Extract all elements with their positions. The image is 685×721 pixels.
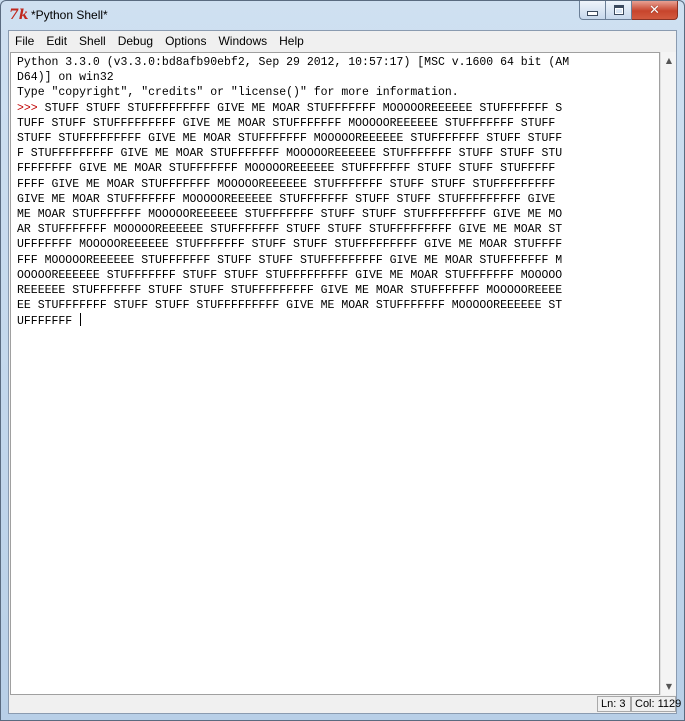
maximize-button[interactable] <box>606 1 632 20</box>
shell-prompt: >>> <box>17 101 45 115</box>
menu-debug[interactable]: Debug <box>112 31 159 52</box>
input-line: >>> STUFF STUFF STUFFFFFFFFF GIVE ME MOA… <box>17 101 659 116</box>
input-text: STUFF STUFF STUFFFFFFFFF GIVE ME MOAR ST… <box>44 101 563 115</box>
banner-line: Type "copyright", "credits" or "license(… <box>17 86 459 100</box>
minimize-button[interactable] <box>579 1 606 20</box>
input-text: UFFFFFFF <box>17 315 80 329</box>
column-number-status: Col: 1129 <box>631 696 681 712</box>
window-title: *Python Shell* <box>31 8 108 22</box>
line-number-status: Ln: 3 <box>597 696 631 712</box>
menu-windows[interactable]: Windows <box>212 31 273 52</box>
shell-output: Python 3.3.0 (v3.3.0:bd8afb90ebf2, Sep 2… <box>17 55 659 330</box>
input-line: UFFFFFFF <box>17 313 659 329</box>
input-line: STUFF STUFFFFFFFFF GIVE ME MOAR STUFFFFF… <box>17 132 563 146</box>
menu-shell[interactable]: Shell <box>73 31 112 52</box>
text-cursor <box>80 313 82 327</box>
shell-text-area[interactable]: Python 3.3.0 (v3.3.0:bd8afb90ebf2, Sep 2… <box>10 52 660 695</box>
input-line: OOOOOREEEEEE STUFFFFFFF STUFF STUFF STUF… <box>17 268 563 282</box>
close-button[interactable]: ✕ <box>632 1 678 20</box>
input-line: TUFF STUFF STUFFFFFFFFF GIVE ME MOAR STU… <box>17 116 556 130</box>
title-bar[interactable]: 7k *Python Shell* ✕ <box>1 1 684 30</box>
banner-line: D64)] on win32 <box>17 71 114 85</box>
banner-line: Python 3.3.0 (v3.3.0:bd8afb90ebf2, Sep 2… <box>17 56 570 69</box>
close-icon: ✕ <box>649 2 660 18</box>
input-line: EE STUFFFFFFF STUFF STUFF STUFFFFFFFFF G… <box>17 299 563 313</box>
input-line: ME MOAR STUFFFFFFF MOOOOOREEEEEE STUFFFF… <box>17 208 563 222</box>
menu-bar: File Edit Shell Debug Options Windows He… <box>9 31 676 52</box>
maximize-icon <box>613 5 624 15</box>
tk-feather-icon[interactable]: 7k <box>9 7 28 23</box>
python-shell-window: 7k *Python Shell* ✕ File Edit Shell Debu… <box>0 0 685 721</box>
input-line: UFFFFFFF MOOOOOREEEEEE STUFFFFFFF STUFF … <box>17 238 563 252</box>
vertical-scrollbar[interactable]: ▲ ▼ <box>660 52 676 695</box>
scroll-down-arrow-icon[interactable]: ▼ <box>661 678 677 695</box>
window-controls: ✕ <box>579 1 678 21</box>
menu-edit[interactable]: Edit <box>40 31 73 52</box>
input-line: F STUFFFFFFFFF GIVE ME MOAR STUFFFFFFF M… <box>17 147 563 161</box>
scroll-up-arrow-icon[interactable]: ▲ <box>661 52 677 69</box>
menu-help[interactable]: Help <box>273 31 310 52</box>
menu-file[interactable]: File <box>9 31 40 52</box>
input-line: FFF MOOOOOREEEEEE STUFFFFFFF STUFF STUFF… <box>17 253 563 267</box>
input-line: REEEEEE STUFFFFFFF STUFF STUFF STUFFFFFF… <box>17 284 563 298</box>
minimize-icon <box>587 11 598 16</box>
client-area: File Edit Shell Debug Options Windows He… <box>8 30 681 714</box>
input-line: FFFFFFFF GIVE ME MOAR STUFFFFFFF MOOOOOR… <box>17 162 556 176</box>
menu-options[interactable]: Options <box>159 31 212 52</box>
input-line: FFFF GIVE ME MOAR STUFFFFFFF MOOOOOREEEE… <box>17 177 556 191</box>
input-line: GIVE ME MOAR STUFFFFFFF MOOOOOREEEEEE ST… <box>17 192 556 206</box>
input-line: AR STUFFFFFFF MOOOOOREEEEEE STUFFFFFFF S… <box>17 223 563 237</box>
status-bar: Ln: 3 Col: 1129 <box>9 695 681 713</box>
